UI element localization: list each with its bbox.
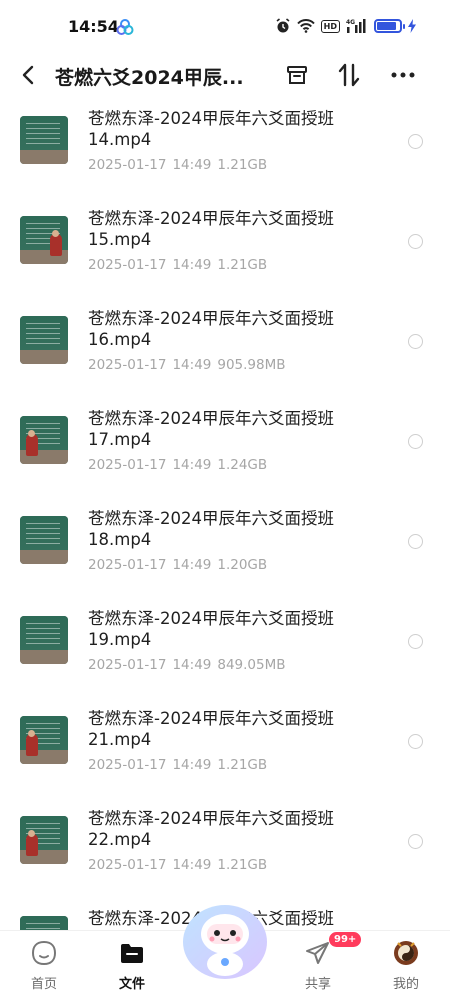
video-thumbnail	[20, 316, 68, 364]
tab-home-label: 首页	[30, 977, 57, 992]
file-time: 14:49	[172, 657, 212, 673]
back-arrow-icon[interactable]	[16, 62, 42, 88]
select-radio[interactable]	[408, 334, 423, 349]
select-radio[interactable]	[408, 134, 423, 149]
tab-files[interactable]: 文件	[97, 931, 167, 1000]
alarm-icon	[276, 18, 290, 33]
cellular-signal-icon: 4G	[346, 19, 366, 33]
more-dots-icon	[391, 72, 415, 78]
file-meta: 2025-01-17 14:49 1.24GB	[88, 457, 273, 473]
file-time: 14:49	[172, 757, 212, 773]
app-notification-icon	[116, 19, 134, 35]
file-name: 苍燃东泽-2024甲辰年六爻面授班14.mp4	[88, 109, 334, 149]
video-thumbnail	[20, 216, 68, 264]
file-size: 905.98MB	[217, 357, 286, 373]
tab-profile[interactable]: 我的	[371, 931, 441, 1000]
video-thumbnail	[20, 716, 68, 764]
file-size: 1.24GB	[217, 457, 268, 473]
folder-icon	[121, 944, 143, 963]
file-row[interactable]: 苍燃东泽-2024甲辰年六爻面授班22.mp4 2025-01-17 14:49 1.…	[0, 798, 450, 898]
page-title: 苍燃六爻2024甲辰...	[55, 67, 244, 89]
file-meta: 2025-01-17 14:49 1.21GB	[88, 757, 273, 773]
file-name: 苍燃东泽-2024甲辰年六爻面授班16.mp4	[88, 309, 334, 349]
file-size: 1.21GB	[217, 257, 268, 273]
file-date: 2025-01-17	[88, 557, 167, 573]
sort-icon	[338, 63, 360, 87]
file-size: 1.21GB	[217, 157, 268, 173]
file-time: 14:49	[172, 557, 212, 573]
video-thumbnail	[20, 916, 68, 930]
file-name: 苍燃东泽-2024甲辰年六爻面授班21.mp4	[88, 709, 334, 749]
select-radio[interactable]	[408, 834, 423, 849]
video-thumbnail	[20, 816, 68, 864]
profile-avatar-icon	[394, 941, 418, 965]
video-thumbnail	[20, 416, 68, 464]
status-bar: 14:54 HD 4G	[0, 0, 450, 52]
select-radio[interactable]	[408, 634, 423, 649]
file-date: 2025-01-17	[88, 357, 167, 373]
file-row[interactable]: 苍燃东泽-2024甲辰年六爻面授班15.mp4 2025-01-17 14:49 1.…	[0, 198, 450, 298]
file-meta: 2025-01-17 14:49 1.21GB	[88, 157, 273, 173]
file-meta: 2025-01-17 14:49 1.20GB	[88, 557, 273, 573]
archive-icon	[287, 66, 307, 84]
file-name: 苍燃东泽-2024甲辰年六爻面授班15.mp4	[88, 209, 334, 249]
video-thumbnail	[20, 616, 68, 664]
video-thumbnail	[20, 116, 68, 164]
file-meta: 2025-01-17 14:49 905.98MB	[88, 357, 292, 373]
home-icon	[31, 940, 57, 966]
file-name: 苍燃东泽-2024甲辰年六爻面授班17.mp4	[88, 409, 334, 449]
file-meta: 2025-01-17 14:49 849.05MB	[88, 657, 292, 673]
sort-button[interactable]	[334, 60, 364, 90]
share-notification-badge: 99+	[329, 932, 362, 947]
network-type-label: 4G	[346, 19, 355, 26]
select-radio[interactable]	[408, 534, 423, 549]
select-radio[interactable]	[408, 734, 423, 749]
tab-profile-label: 我的	[392, 977, 419, 992]
file-name: 苍燃东泽-2024甲辰年六爻面授班22.mp4	[88, 809, 334, 849]
file-time: 14:49	[172, 857, 212, 873]
file-time: 14:49	[172, 457, 212, 473]
archive-button[interactable]	[282, 60, 312, 90]
tab-home[interactable]: 首页	[9, 931, 79, 1000]
file-row[interactable]: 苍燃东泽-2024甲辰年六爻面授班16.mp4 2025-01-17 14:49 90…	[0, 298, 450, 398]
file-date: 2025-01-17	[88, 857, 167, 873]
file-row[interactable]: 苍燃东泽-2024甲辰年六爻面授班17.mp4 2025-01-17 14:49 1.…	[0, 398, 450, 498]
file-list: 苍燃东泽-2024甲辰年六爻面授班14.mp4 2025-01-17 14:49 1.…	[0, 98, 450, 930]
file-date: 2025-01-17	[88, 157, 167, 173]
share-icon	[306, 942, 329, 964]
file-date: 2025-01-17	[88, 657, 167, 673]
file-size: 1.20GB	[217, 557, 268, 573]
file-row[interactable]: 苍燃东泽-2024甲辰年六爻面授班19.mp4 2025-01-17 14:49 84…	[0, 598, 450, 698]
file-row[interactable]: 苍燃东泽-2024甲辰年六爻面授班14.mp4 2025-01-17 14:49 1.…	[0, 98, 450, 198]
file-name: 苍燃东泽-2024甲辰年六爻面授班19.mp4	[88, 609, 334, 649]
file-date: 2025-01-17	[88, 257, 167, 273]
battery-icon	[374, 19, 405, 33]
file-size: 1.21GB	[217, 757, 268, 773]
more-options-button[interactable]	[388, 60, 418, 90]
select-radio[interactable]	[408, 434, 423, 449]
file-name: 苍燃东泽-2024甲辰年六爻面授班18.mp4	[88, 509, 334, 549]
file-date: 2025-01-17	[88, 757, 167, 773]
file-meta: 2025-01-17 14:49 1.21GB	[88, 857, 273, 873]
file-size: 1.21GB	[217, 857, 268, 873]
tab-share-label: 共享	[304, 977, 331, 992]
hd-badge: HD	[320, 19, 340, 33]
file-row[interactable]: 苍燃东泽-2024甲辰年六爻面授班21.mp4 2025-01-17 14:49 1.…	[0, 698, 450, 798]
file-meta: 2025-01-17 14:49 1.21GB	[88, 257, 273, 273]
file-time: 14:49	[172, 257, 212, 273]
file-size: 849.05MB	[217, 657, 286, 673]
status-time: 14:54	[68, 17, 119, 36]
file-date: 2025-01-17	[88, 457, 167, 473]
file-time: 14:49	[172, 157, 212, 173]
assistant-mascot-icon[interactable]	[181, 904, 269, 982]
header: 苍燃六爻2024甲辰...	[0, 52, 450, 98]
wifi-icon	[296, 19, 315, 33]
tab-files-label: 文件	[118, 977, 145, 992]
video-thumbnail	[20, 516, 68, 564]
file-time: 14:49	[172, 357, 212, 373]
file-row[interactable]: 苍燃东泽-2024甲辰年六爻面授班18.mp4 2025-01-17 14:49 1.…	[0, 498, 450, 598]
charging-icon	[408, 19, 416, 33]
select-radio[interactable]	[408, 234, 423, 249]
